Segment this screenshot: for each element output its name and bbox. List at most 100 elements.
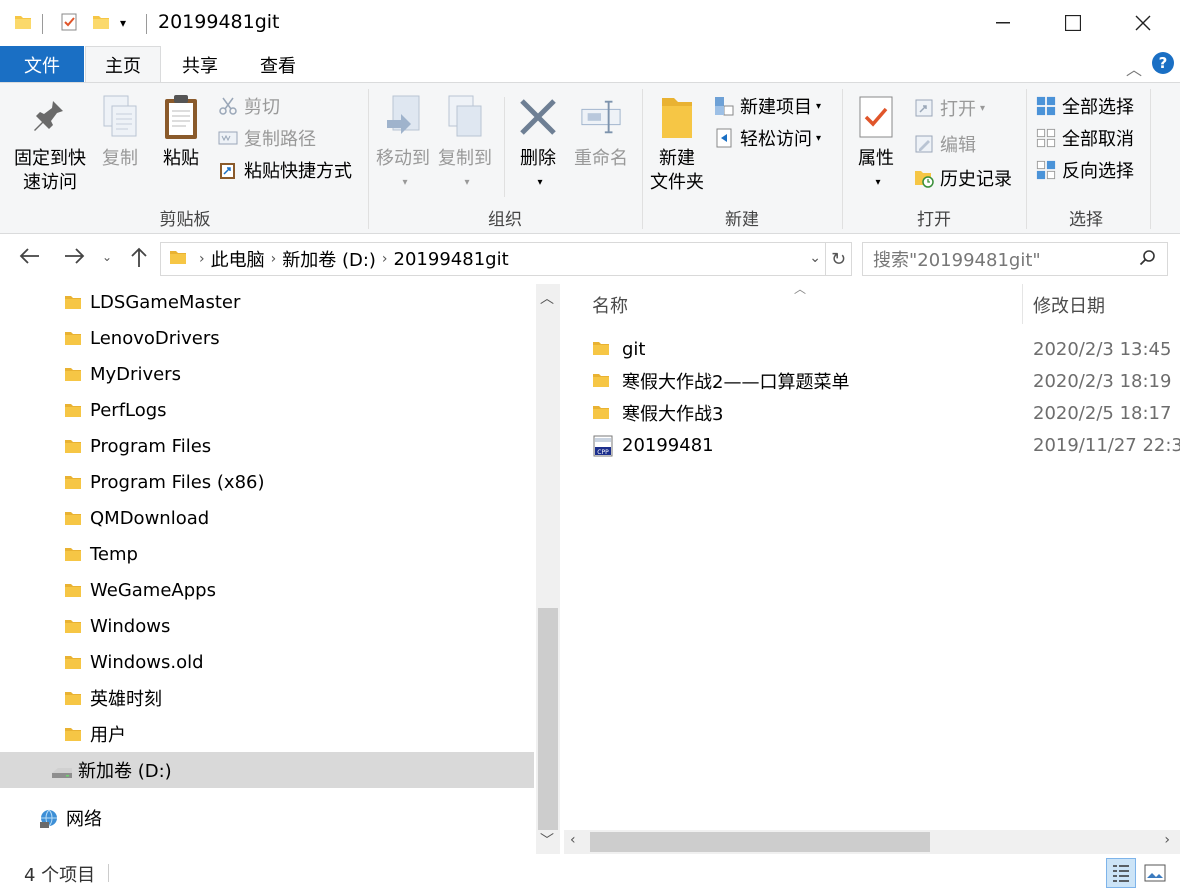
file-list-horizontal-scrollbar[interactable]: ‹ ›: [564, 830, 1180, 854]
details-view-button[interactable]: [1106, 858, 1136, 888]
scissors-icon: [218, 96, 238, 116]
edit-icon: [914, 134, 934, 154]
history-button[interactable]: 历史记录: [914, 165, 1012, 191]
search-box[interactable]: 搜索"20199481git": [862, 242, 1168, 276]
tree-item[interactable]: MyDrivers: [0, 356, 534, 392]
forward-arrow-icon[interactable]: [64, 246, 86, 270]
breadcrumb-drive-d[interactable]: 新加卷 (D:): [282, 246, 376, 272]
scrollbar-thumb[interactable]: [538, 608, 558, 830]
paste-button[interactable]: 粘贴: [156, 93, 206, 171]
rename-button[interactable]: 重命名: [570, 93, 632, 171]
properties-button[interactable]: 属性 ▾: [852, 93, 900, 195]
tree-item[interactable]: Program Files: [0, 428, 534, 464]
move-to-button[interactable]: 移动到 ▾: [374, 93, 432, 195]
navigation-pane-scrollbar[interactable]: ︿ ﹀: [536, 284, 560, 854]
paste-shortcut-button[interactable]: 粘贴快捷方式: [218, 157, 352, 183]
properties-label: 属性: [858, 148, 894, 169]
qat-customize-icon[interactable]: ▾: [120, 16, 138, 34]
select-all-icon: [1036, 96, 1056, 116]
maximize-button[interactable]: [1038, 0, 1108, 46]
up-arrow-icon[interactable]: [130, 246, 148, 273]
tree-item[interactable]: WeGameApps: [0, 572, 534, 608]
breadcrumb-current-folder[interactable]: 20199481git: [394, 249, 509, 270]
tree-item[interactable]: 英雄时刻: [0, 680, 534, 716]
breadcrumb-separator-icon[interactable]: ›: [382, 251, 388, 267]
organize-group-label: 组织: [488, 210, 522, 230]
pin-quick-access-button[interactable]: 固定到快 速访问: [12, 93, 88, 195]
delete-button[interactable]: 删除 ▾: [514, 93, 562, 195]
large-icons-view-button[interactable]: [1140, 858, 1170, 888]
large-icons-view-icon: [1144, 864, 1166, 882]
tree-item[interactable]: QMDownload: [0, 500, 534, 536]
edit-label: 编辑: [940, 135, 976, 156]
navigation-pane: LDSGameMaster LenovoDrivers MyDrivers PerfL…: [0, 284, 536, 854]
tree-item[interactable]: LDSGameMaster: [0, 284, 534, 320]
file-row[interactable]: CPP 20199481 2019/11/27 22:3: [584, 429, 1180, 461]
tree-item[interactable]: LenovoDrivers: [0, 320, 534, 356]
close-button[interactable]: [1108, 0, 1178, 46]
file-row[interactable]: 寒假大作战2——口算题菜单 2020/2/3 18:19: [584, 365, 1180, 397]
refresh-icon: ↻: [830, 248, 847, 270]
tree-item[interactable]: Windows: [0, 608, 534, 644]
open-group-label: 打开: [917, 210, 951, 230]
scroll-down-chevron-icon[interactable]: ﹀: [540, 830, 554, 850]
folder-icon: [592, 403, 610, 426]
scrollbar-thumb[interactable]: [590, 832, 930, 852]
tab-view[interactable]: 查看: [240, 46, 316, 83]
new-folder-icon: [656, 93, 698, 141]
tree-item[interactable]: 用户: [0, 716, 534, 752]
scroll-left-chevron-icon[interactable]: ‹: [570, 832, 576, 848]
properties-icon[interactable]: [60, 13, 78, 31]
tab-file[interactable]: 文件: [0, 46, 84, 83]
tree-item-label: Temp: [90, 543, 138, 565]
invert-selection-button[interactable]: 反向选择: [1036, 157, 1134, 183]
tree-item-drive-d[interactable]: 新加卷 (D:): [0, 752, 534, 788]
tree-item[interactable]: Program Files (x86): [0, 464, 534, 500]
breadcrumb-this-pc[interactable]: 此电脑: [211, 246, 265, 272]
tree-item-network[interactable]: 网络: [0, 800, 534, 836]
refresh-button[interactable]: ↻: [826, 242, 852, 276]
address-dropdown-chevron-icon[interactable]: ⌄: [809, 250, 821, 266]
tree-item-label: LenovoDrivers: [90, 327, 220, 349]
cut-button[interactable]: 剪切: [218, 93, 280, 119]
new-item-button[interactable]: 新建项目 ▾: [714, 93, 821, 119]
group-divider: [1026, 89, 1027, 229]
scroll-up-chevron-icon[interactable]: ︿: [540, 288, 554, 308]
tree-item[interactable]: PerfLogs: [0, 392, 534, 428]
edit-button[interactable]: 编辑: [914, 131, 976, 157]
scroll-right-chevron-icon[interactable]: ›: [1164, 832, 1170, 848]
svg-text:CPP: CPP: [597, 449, 609, 456]
file-row[interactable]: 寒假大作战3 2020/2/5 18:17: [584, 397, 1180, 429]
back-arrow-icon[interactable]: [18, 246, 40, 270]
new-folder-qat-icon[interactable]: [92, 13, 110, 31]
search-icon[interactable]: [1139, 249, 1157, 272]
help-icon[interactable]: ?: [1152, 52, 1174, 74]
select-none-button[interactable]: 全部取消: [1036, 125, 1134, 151]
column-header-name[interactable]: 名称: [592, 292, 628, 318]
open-button[interactable]: 打开 ▾: [914, 95, 985, 121]
tree-item[interactable]: Windows.old: [0, 644, 534, 680]
tab-share[interactable]: 共享: [162, 46, 238, 83]
tree-item[interactable]: Temp: [0, 536, 534, 572]
breadcrumb-separator-icon[interactable]: ›: [271, 251, 277, 267]
copy-button[interactable]: 复制: [96, 93, 144, 171]
file-row[interactable]: git 2020/2/3 13:45: [584, 333, 1180, 365]
column-divider[interactable]: [1022, 284, 1023, 324]
recent-locations-chevron-icon[interactable]: ⌄: [102, 250, 112, 264]
new-folder-button[interactable]: 新建 文件夹: [646, 93, 708, 195]
column-header-modified[interactable]: 修改日期: [1033, 292, 1105, 318]
select-all-button[interactable]: 全部选择: [1036, 93, 1134, 119]
collapse-ribbon-icon[interactable]: ︿: [1126, 56, 1142, 80]
folder-icon: [592, 371, 610, 394]
folder-icon: [64, 293, 82, 316]
file-list: ︿ 名称 修改日期 git 2020/2/3 13:45 寒假大作战2——口算题菜单…: [564, 284, 1180, 830]
easy-access-button[interactable]: 轻松访问 ▾: [714, 125, 821, 151]
address-bar[interactable]: › 此电脑 › 新加卷 (D:) › 20199481git ⌄: [160, 242, 826, 276]
copy-to-button[interactable]: 复制到 ▾: [436, 93, 494, 195]
breadcrumb-separator-icon[interactable]: ›: [199, 251, 205, 267]
folder-icon: [64, 617, 82, 640]
tab-home[interactable]: 主页: [85, 46, 161, 83]
minimize-button[interactable]: [968, 0, 1038, 46]
copy-path-button[interactable]: 复制路径: [218, 125, 316, 151]
file-modified-date: 2020/2/3 18:19: [1033, 370, 1172, 392]
